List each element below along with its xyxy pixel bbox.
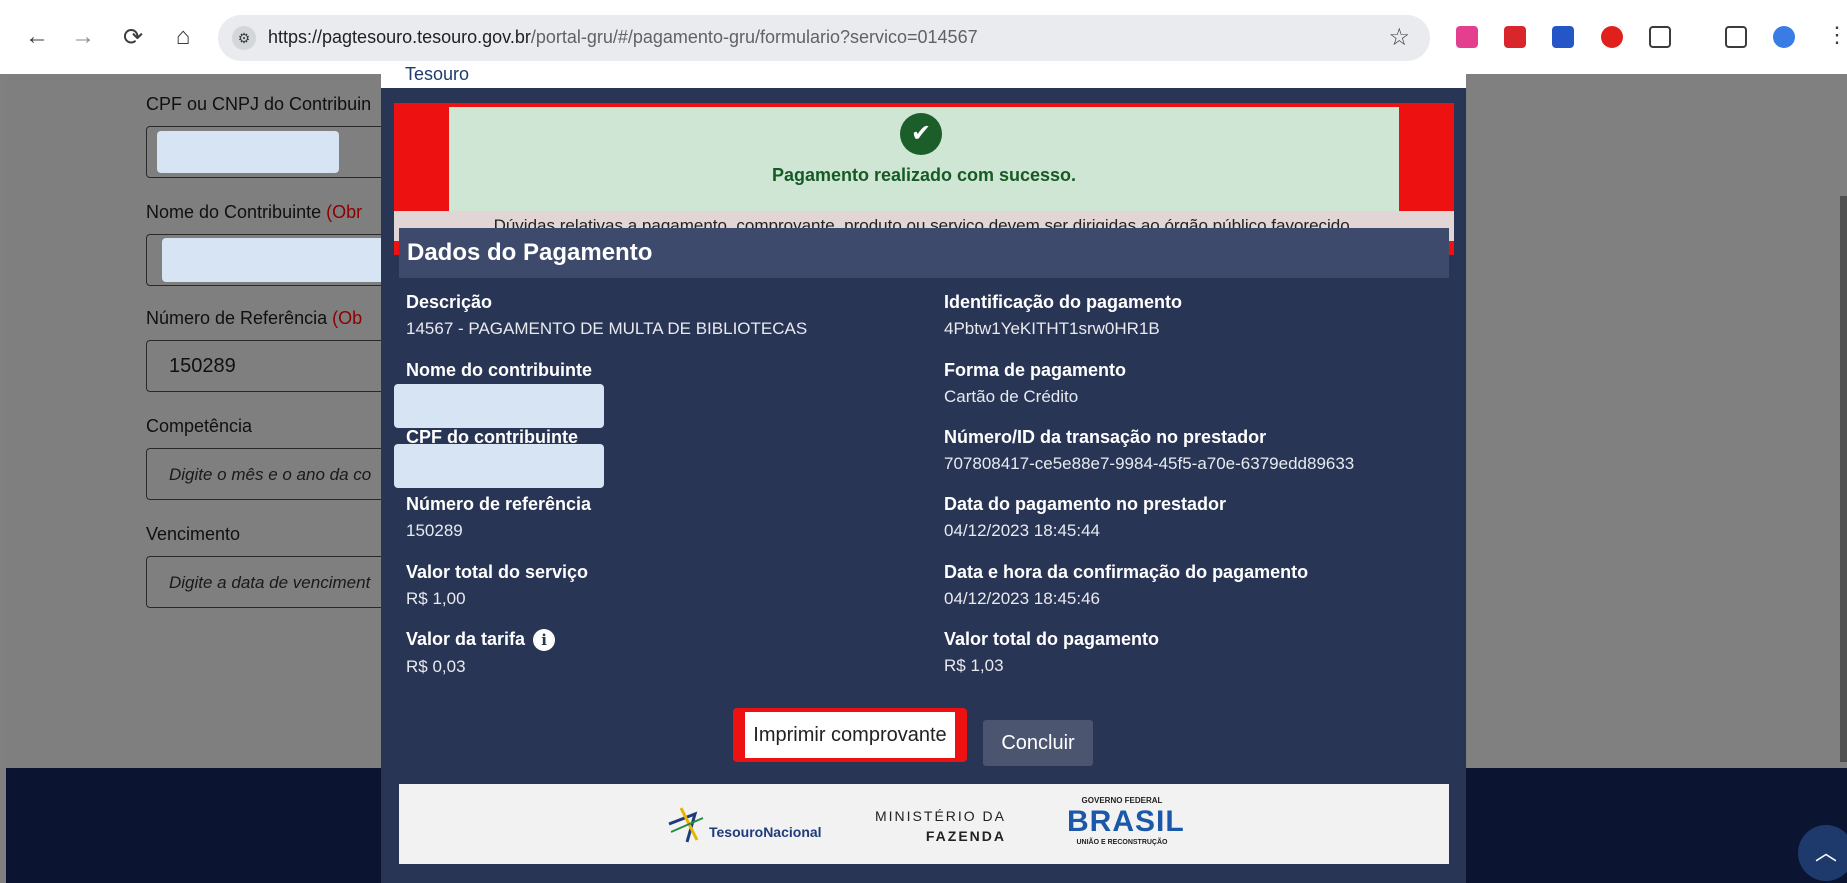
info-icon[interactable]: i — [533, 629, 556, 651]
url-text: https://pagtesouro.tesouro.gov.br/portal… — [268, 27, 978, 47]
check-icon: ✔ — [900, 113, 942, 155]
competencia-field[interactable]: Digite o mês e o ano da co — [146, 448, 408, 500]
print-receipt-button[interactable]: Imprimir comprovante — [745, 712, 955, 758]
field-transacao-id: Número/ID da transação no prestador 7078… — [944, 427, 1355, 473]
home-icon[interactable]: ⌂ — [166, 20, 200, 54]
reload-icon[interactable]: ⟳ — [116, 20, 150, 54]
concluir-button[interactable]: Concluir — [983, 720, 1093, 766]
chevron-up-icon[interactable]: ︿ — [1798, 825, 1847, 881]
redacted-cpf-value — [394, 444, 604, 488]
forward-arrow-icon[interactable]: → — [66, 20, 100, 54]
modal-header: Tesouro — [381, 66, 1466, 88]
extension-2-icon[interactable] — [1504, 26, 1526, 48]
governo-federal-logo: GOVERNO FEDERAL BRASIL UNIÃO E RECONSTRU… — [1067, 796, 1185, 846]
redacted-nome — [162, 238, 398, 282]
competencia-placeholder: Digite o mês e o ano da co — [169, 465, 372, 484]
field-descricao: Descrição 14567 - PAGAMENTO DE MULTA DE … — [406, 292, 808, 338]
browser-toolbar: ← → ⟳ ⌂ ⚙ https://pagtesouro.tesouro.gov… — [0, 0, 1847, 74]
field-valor-tarifa: Valor da tarifa i R$ 0,03 — [406, 629, 556, 677]
ref-label: Número de Referência (Ob — [146, 308, 363, 328]
field-valor-total: Valor total do pagamento R$ 1,03 — [944, 629, 1160, 675]
tesouro-nacional-text: TesouroNacional — [709, 824, 822, 840]
field-identificacao: Identificação do pagamento 4Pbtw1YeKITHT… — [944, 292, 1183, 338]
avatar[interactable] — [1773, 26, 1795, 48]
site-settings-icon[interactable]: ⚙ — [232, 26, 256, 50]
tesouro-logo: Tesouro — [405, 66, 470, 84]
puzzle-icon[interactable] — [1649, 26, 1671, 48]
scrollbar[interactable] — [1840, 196, 1847, 762]
side-panel-icon[interactable] — [1725, 26, 1747, 48]
extension-3-icon[interactable] — [1552, 26, 1574, 48]
redacted-cpf — [157, 131, 339, 173]
print-button-highlight: Imprimir comprovante — [733, 708, 967, 762]
field-data-confirmacao: Data e hora da confirmação do pagamento … — [944, 562, 1309, 608]
vencimento-label: Vencimento — [146, 524, 241, 544]
cpf-label: CPF ou CNPJ do Contribuin — [146, 94, 372, 114]
payment-modal: Tesouro ✔ Pagamento realizado com sucess… — [381, 66, 1466, 883]
cpf-field[interactable] — [146, 126, 408, 178]
field-referencia: Número de referência 150289 — [406, 494, 592, 540]
ministerio-text: MINISTÉRIO DA FAZENDA — [875, 808, 1007, 844]
vencimento-placeholder: Digite a data de venciment — [169, 573, 371, 592]
success-title: Pagamento realizado com sucesso. — [771, 165, 1077, 185]
address-bar[interactable]: ⚙ https://pagtesouro.tesouro.gov.br/port… — [218, 15, 1430, 61]
modal-footer: TesouroNacional MINISTÉRIO DA FAZENDA GO… — [399, 784, 1449, 864]
nome-label: Nome do Contribuinte (Obr — [146, 202, 363, 222]
back-arrow-icon[interactable]: ← — [20, 20, 54, 54]
field-forma-pagamento: Forma de pagamento Cartão de Crédito — [944, 360, 1127, 406]
ref-value: 150289 — [169, 355, 236, 377]
competencia-label: Competência — [146, 416, 253, 436]
section-title: Dados do Pagamento — [399, 228, 1449, 278]
field-data-pagamento: Data do pagamento no prestador 04/12/202… — [944, 494, 1227, 540]
background-right — [1467, 74, 1847, 768]
extension-1-icon[interactable] — [1456, 26, 1478, 48]
star-icon[interactable]: ☆ — [1388, 23, 1410, 52]
field-valor-servico: Valor total do serviço R$ 1,00 — [406, 562, 589, 608]
extension-4-icon[interactable] — [1601, 26, 1623, 48]
menu-dots-icon[interactable]: ⋮ — [1826, 22, 1847, 48]
vencimento-field[interactable]: Digite a data de venciment — [146, 556, 408, 608]
ref-field[interactable]: 150289 — [146, 340, 408, 392]
field-nome: Nome do contribuinte — [406, 360, 592, 380]
redacted-nome-value — [394, 384, 604, 428]
